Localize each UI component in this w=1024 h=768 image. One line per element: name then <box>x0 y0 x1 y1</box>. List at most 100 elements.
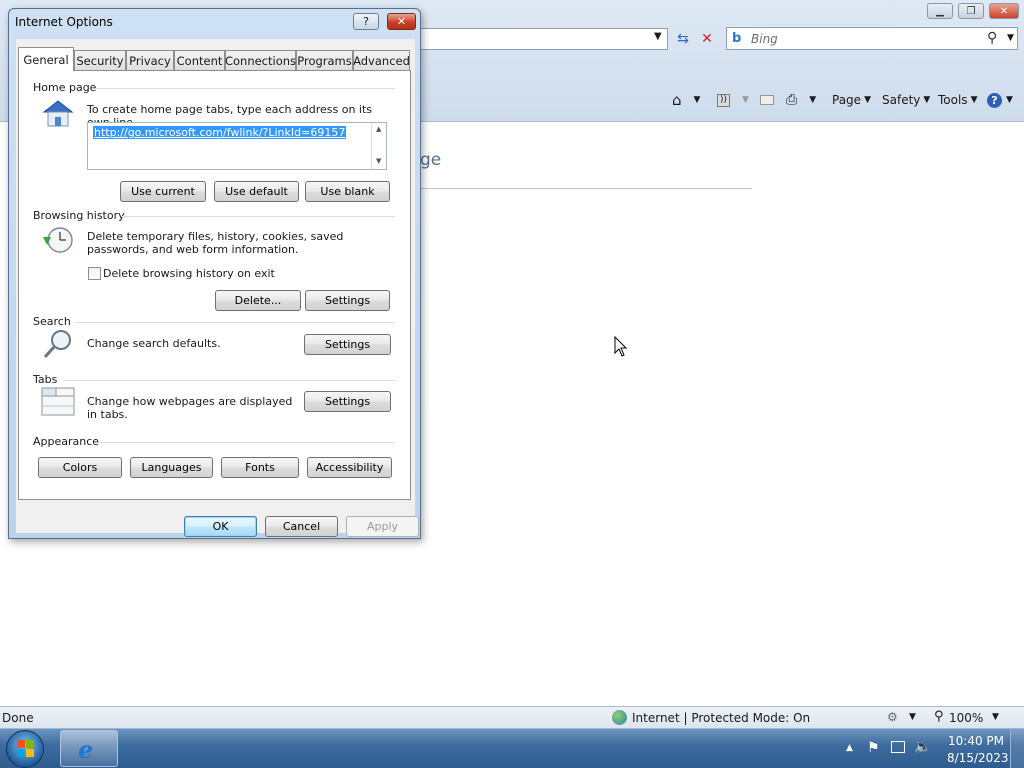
address-bar[interactable] <box>420 28 668 50</box>
search-description: Change search defaults. <box>87 337 221 350</box>
delete-history-on-exit-checkbox[interactable] <box>88 267 101 280</box>
clock-date[interactable]: 8/15/2023 <box>947 751 1009 765</box>
stop-icon[interactable]: ✕ <box>696 28 718 50</box>
safety-menu-label: Safety <box>882 93 921 107</box>
address-dropdown-icon[interactable]: ▼ <box>654 31 662 42</box>
magnifier-icon <box>43 330 71 359</box>
colors-button[interactable]: Colors <box>38 457 122 478</box>
section-divider <box>99 442 395 443</box>
search-dropdown-icon[interactable]: ▼ <box>1007 33 1014 43</box>
browsing-history-heading: Browsing history <box>33 209 125 222</box>
tab-content[interactable]: Content <box>174 50 225 70</box>
accessibility-button[interactable]: Accessibility <box>307 457 392 478</box>
apply-button[interactable]: Apply <box>346 516 419 537</box>
zoom-icon: ⚲ <box>934 709 944 724</box>
tools-menu-label: Tools <box>938 93 968 107</box>
section-divider <box>121 216 395 217</box>
network-icon[interactable] <box>891 741 905 753</box>
delete-history-on-exit-label[interactable]: Delete browsing history on exit <box>103 267 275 280</box>
chevron-down-icon: ▼ <box>864 95 871 105</box>
search-icon[interactable]: ⚲ <box>987 30 997 46</box>
heading-divider <box>420 188 752 189</box>
dialog-help-button[interactable]: ? <box>353 13 379 30</box>
windows-logo-segment <box>26 749 34 757</box>
tab-security[interactable]: Security <box>74 50 126 70</box>
use-default-button[interactable]: Use default <box>214 181 299 202</box>
taskbar-ie-button[interactable]: e <box>60 730 118 767</box>
feeds-button[interactable]: )) ▼ <box>717 91 749 109</box>
help-menu[interactable]: ? ▼ <box>987 91 1013 109</box>
status-bar: Done Internet | Protected Mode: On ⚙ ▼ ⚲… <box>0 706 1024 728</box>
dialog-close-button[interactable]: ✕ <box>387 13 416 30</box>
chevron-down-icon: ▼ <box>1006 95 1013 105</box>
browsing-history-settings-button[interactable]: Settings <box>305 290 390 311</box>
textarea-scrollbar[interactable]: ▲ ▼ <box>371 123 386 169</box>
tab-advanced[interactable]: Advanced <box>353 50 410 70</box>
ok-button[interactable]: OK <box>184 516 257 537</box>
clock-time[interactable]: 10:40 PM <box>948 734 1004 748</box>
mail-icon <box>760 95 774 105</box>
refresh-icon[interactable]: ⇆ <box>672 28 694 50</box>
page-heading: ge <box>420 150 442 170</box>
house-icon <box>42 100 74 127</box>
scroll-up-icon[interactable]: ▲ <box>376 125 381 133</box>
home-button[interactable]: ⌂ ▼ <box>672 91 700 109</box>
chevron-down-icon: ▼ <box>970 95 978 105</box>
search-placeholder: Bing <box>751 32 778 46</box>
print-icon: ⎙ <box>786 92 798 108</box>
use-blank-button[interactable]: Use blank <box>305 181 390 202</box>
show-hidden-icons-icon[interactable]: ▲ <box>846 743 853 753</box>
appearance-heading: Appearance <box>33 435 100 448</box>
cancel-button[interactable]: Cancel <box>265 516 338 537</box>
show-desktop-button[interactable] <box>1010 729 1024 768</box>
zoom-dropdown-icon[interactable]: ▼ <box>992 712 999 722</box>
zoom-level[interactable]: 100% <box>949 711 983 725</box>
section-divider <box>95 88 395 89</box>
section-divider <box>63 380 395 381</box>
chevron-down-icon: ▼ <box>923 95 931 105</box>
bing-logo-icon: b <box>732 31 742 46</box>
languages-button[interactable]: Languages <box>130 457 213 478</box>
help-icon: ? <box>987 92 1002 108</box>
dialog-title: Internet Options <box>15 15 113 29</box>
section-divider <box>75 322 395 323</box>
search-box[interactable]: b Bing ⚲ ▼ <box>726 27 1018 50</box>
chevron-down-icon[interactable]: ▼ <box>909 712 916 722</box>
action-center-flag-icon[interactable]: ⚑ <box>867 740 880 756</box>
windows-logo-segment <box>26 740 34 748</box>
windows-logo-segment <box>17 749 25 757</box>
tabs-description: Change how webpages are displayed in tab… <box>87 395 293 421</box>
feeds-icon: )) <box>717 93 730 107</box>
browsing-history-description: Delete temporary files, history, cookies… <box>87 230 344 256</box>
home-page-url[interactable]: http://go.microsoft.com/fwlink/?LinkId=6… <box>93 126 347 139</box>
tools-menu[interactable]: Tools ▼ <box>938 91 977 109</box>
use-current-button[interactable]: Use current <box>120 181 206 202</box>
close-icon: ✕ <box>396 15 407 28</box>
tab-connections[interactable]: Connections <box>225 50 296 70</box>
restore-button[interactable]: ❐ <box>958 3 984 19</box>
print-button[interactable]: ⎙ ▼ <box>786 91 816 109</box>
tab-general[interactable]: General <box>18 47 74 71</box>
chevron-down-icon: ▼ <box>809 95 817 105</box>
dialog-body: General Security Privacy Content Connect… <box>16 39 419 537</box>
security-zone-text[interactable]: Internet | Protected Mode: On <box>632 711 810 725</box>
page-menu-label: Page <box>832 93 862 107</box>
tabs-settings-button[interactable]: Settings <box>304 391 391 412</box>
popup-blocker-icon[interactable]: ⚙ <box>887 710 898 724</box>
page-menu[interactable]: Page ▼ <box>832 91 871 109</box>
minimize-button[interactable]: ▁ <box>927 3 953 19</box>
tab-programs[interactable]: Programs <box>296 50 353 70</box>
tab-privacy[interactable]: Privacy <box>126 50 174 70</box>
delete-history-button[interactable]: Delete... <box>215 290 301 311</box>
home-page-textarea[interactable]: http://go.microsoft.com/fwlink/?LinkId=6… <box>87 122 387 170</box>
safety-menu[interactable]: Safety ▼ <box>882 91 930 109</box>
volume-muted-icon[interactable]: 🔈 <box>914 739 931 755</box>
close-button[interactable]: ✕ <box>989 3 1019 19</box>
scroll-down-icon[interactable]: ▼ <box>376 157 381 165</box>
history-clock-icon <box>43 227 73 253</box>
search-settings-button[interactable]: Settings <box>304 334 391 355</box>
fonts-button[interactable]: Fonts <box>221 457 299 478</box>
start-button[interactable] <box>6 730 44 768</box>
mail-button[interactable] <box>760 91 774 109</box>
status-text: Done <box>2 711 34 725</box>
